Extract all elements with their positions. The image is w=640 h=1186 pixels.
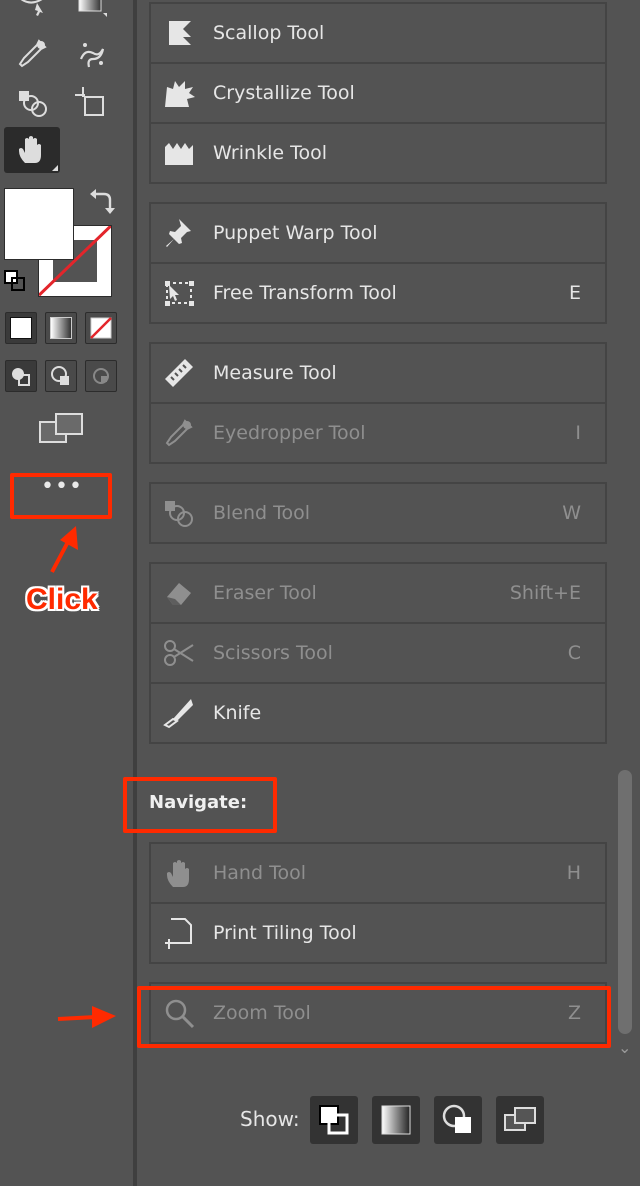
gradient-show-icon xyxy=(381,1105,411,1135)
tool-shortcut: I xyxy=(575,422,581,444)
tool-shortcut: C xyxy=(567,642,581,664)
hand-icon xyxy=(161,855,197,891)
tool-shortcut: W xyxy=(562,502,581,524)
show-label: Show: xyxy=(240,1107,300,1131)
draw-behind-button[interactable] xyxy=(45,360,77,392)
shape-builder-icon[interactable] xyxy=(12,82,52,122)
gradient-mode-button[interactable] xyxy=(45,312,77,344)
annotation-highlight-more xyxy=(10,473,112,519)
tool-label: Eraser Tool xyxy=(213,582,317,604)
default-fill-stroke-icon[interactable] xyxy=(4,270,26,296)
eyedropper-icon xyxy=(161,415,197,451)
tool-label: Blend Tool xyxy=(213,502,311,524)
hand-icon xyxy=(19,136,41,163)
color-icon xyxy=(10,317,32,339)
tool-group-distort: Scallop Tool Crystallize Tool Wrinkle To… xyxy=(149,2,607,184)
hand-tool-button[interactable] xyxy=(4,127,60,173)
tool-label: Puppet Warp Tool xyxy=(213,222,378,244)
wrinkle-icon xyxy=(161,135,197,171)
tool-group-blend: Blend Tool W xyxy=(149,482,607,544)
tool-scallop[interactable]: Scallop Tool xyxy=(151,4,605,64)
lasso-icon[interactable] xyxy=(12,0,52,24)
draw-inside-icon xyxy=(93,368,109,384)
eraser-icon xyxy=(161,575,197,611)
tool-group-cut: Eraser Tool Shift+E Scissors Tool C Knif… xyxy=(149,562,607,744)
color-mode-button[interactable] xyxy=(5,312,37,344)
panel-scrollbar[interactable] xyxy=(618,770,632,1034)
gradient-swatch-icon xyxy=(50,317,72,339)
tool-label: Measure Tool xyxy=(213,362,337,384)
tool-eyedropper[interactable]: Eyedropper Tool I xyxy=(151,404,605,462)
pin-icon xyxy=(161,215,197,251)
tool-label: Scissors Tool xyxy=(213,642,333,664)
tool-label: Knife xyxy=(213,702,262,724)
fill-swatch[interactable] xyxy=(4,188,74,260)
tool-label: Wrinkle Tool xyxy=(213,142,327,164)
tool-wrinkle[interactable]: Wrinkle Tool xyxy=(151,124,605,182)
tool-group-transform: Puppet Warp Tool Free Transform Tool E xyxy=(149,202,607,324)
draw-modes-show-icon xyxy=(442,1104,471,1133)
annotation-highlight-zoom xyxy=(137,986,611,1048)
screen-modes-show-icon xyxy=(504,1107,536,1131)
artboard-icon[interactable] xyxy=(70,82,110,122)
tool-scissors[interactable]: Scissors Tool C xyxy=(151,624,605,684)
all-tools-panel: Scallop Tool Crystallize Tool Wrinkle To… xyxy=(123,0,640,1186)
draw-normal-icon xyxy=(12,368,30,386)
draw-inside-button[interactable] xyxy=(85,360,117,392)
free-transform-icon xyxy=(161,275,197,311)
annotation-highlight-navigate xyxy=(123,777,277,833)
none-icon xyxy=(90,317,112,339)
screen-mode-icon[interactable] xyxy=(38,412,86,450)
draw-behind-icon xyxy=(51,366,69,385)
show-fill-stroke-button[interactable] xyxy=(310,1096,358,1144)
tool-free-transform[interactable]: Free Transform Tool E xyxy=(151,264,605,322)
knife-icon xyxy=(161,695,197,731)
none-mode-button[interactable] xyxy=(85,312,117,344)
show-screen-modes-button[interactable] xyxy=(496,1096,544,1144)
tool-group-navigate: Hand Tool H Print Tiling Tool xyxy=(149,842,607,964)
tool-label: Eyedropper Tool xyxy=(213,422,366,444)
tool-puppet-warp[interactable]: Puppet Warp Tool xyxy=(151,204,605,264)
annotation-arrow-up-icon xyxy=(50,526,78,573)
ruler-icon xyxy=(161,355,197,391)
tool-label: Crystallize Tool xyxy=(213,82,355,104)
tool-shortcut: E xyxy=(568,282,581,304)
gradient-icon[interactable] xyxy=(70,0,110,24)
annotation-arrow-right-icon xyxy=(57,1006,116,1028)
tool-print-tiling[interactable]: Print Tiling Tool xyxy=(151,904,605,962)
blend-icon xyxy=(161,495,197,531)
eyedropper-icon[interactable] xyxy=(12,34,52,74)
tool-hand[interactable]: Hand Tool H xyxy=(151,844,605,904)
fill-stroke-show-icon xyxy=(319,1105,349,1135)
tool-label: Free Transform Tool xyxy=(213,282,397,304)
tool-blend[interactable]: Blend Tool W xyxy=(151,484,605,542)
annotation-click-label: Click xyxy=(26,583,98,616)
scissors-icon xyxy=(161,635,197,671)
draw-normal-button[interactable] xyxy=(5,360,37,392)
tool-label: Hand Tool xyxy=(213,862,306,884)
tool-crystallize[interactable]: Crystallize Tool xyxy=(151,64,605,124)
print-tiling-icon xyxy=(161,915,197,951)
scroll-down-chevron-icon[interactable]: ⌄ xyxy=(618,1038,631,1057)
show-gradient-button[interactable] xyxy=(372,1096,420,1144)
tool-eraser[interactable]: Eraser Tool Shift+E xyxy=(151,564,605,624)
swap-fill-stroke-icon[interactable] xyxy=(88,188,116,220)
tool-knife[interactable]: Knife xyxy=(151,684,605,742)
symbol-sprayer-icon[interactable] xyxy=(72,34,112,74)
show-draw-modes-button[interactable] xyxy=(434,1096,482,1144)
tool-label: Print Tiling Tool xyxy=(213,922,357,944)
tool-measure[interactable]: Measure Tool xyxy=(151,344,605,404)
tool-shortcut: Shift+E xyxy=(509,582,581,604)
tool-shortcut: H xyxy=(566,862,581,884)
crystallize-icon xyxy=(161,75,197,111)
tool-group-measure: Measure Tool Eyedropper Tool I xyxy=(149,342,607,464)
scallop-icon xyxy=(161,15,197,51)
tool-label: Scallop Tool xyxy=(213,22,325,44)
